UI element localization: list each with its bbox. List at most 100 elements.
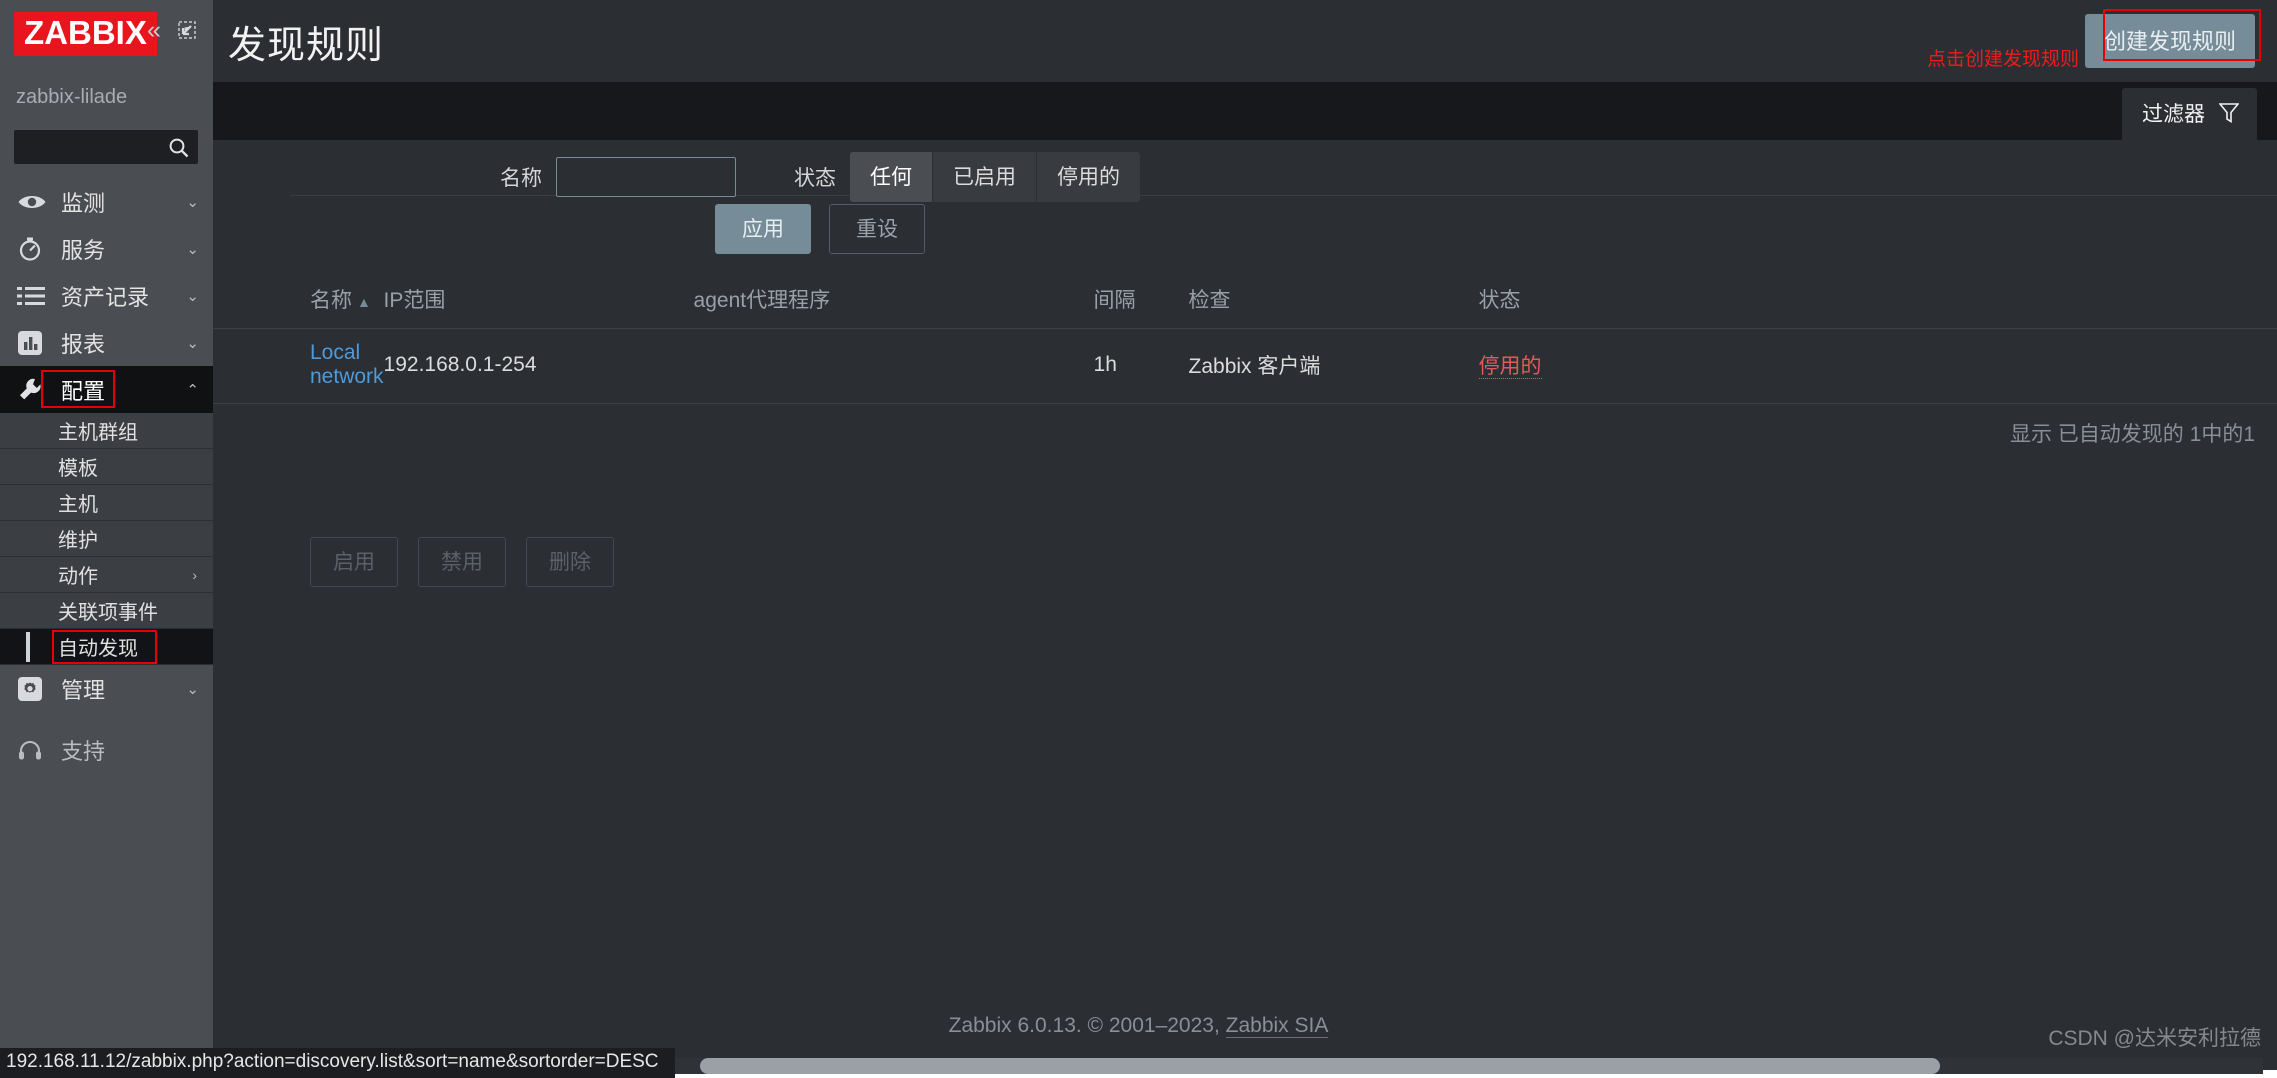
page-title: 发现规则 — [228, 25, 385, 67]
footer-text: Zabbix 6.0.13. © 2001–2023, — [948, 1014, 1226, 1037]
wrench-icon — [17, 376, 53, 404]
filter-tab-label: 过滤器 — [2142, 103, 2205, 126]
zabbix-app-window: 发现规则 创建发现规则 点击创建发现规则 过滤器 名称 状态 任何 已启用 停用… — [0, 0, 2277, 1078]
discovery-rule-link[interactable]: Local network — [310, 341, 384, 388]
filter-status-label: 状态 — [794, 167, 836, 190]
table-head: 名称 ▲ IP范围 agent代理程序 间隔 检查 状态 — [0, 272, 2277, 329]
search-box[interactable] — [14, 130, 198, 164]
column-header-ip-range[interactable]: IP范围 — [383, 272, 694, 329]
cell-proxy — [693, 328, 1094, 404]
footer-link[interactable]: Zabbix SIA — [1225, 1014, 1329, 1038]
sidebar-item-monitoring[interactable]: 监测 ⌄ — [0, 178, 213, 225]
sidebar-menu: 监测 ⌄ 服务 ⌄ 资产记录 ⌄ 报表 ⌄ 配置 ⌃ 主机群组 模板 主机 维护… — [0, 164, 213, 1078]
sidebar-search-wrap — [0, 120, 213, 164]
configuration-submenu: 主机群组 模板 主机 维护 动作 › 关联项事件 自动发现 — [0, 413, 213, 665]
chevron-down-icon: ⌄ — [186, 680, 199, 698]
sidebar-item-configuration[interactable]: 配置 ⌃ — [0, 366, 213, 413]
delete-button[interactable]: 删除 — [526, 537, 614, 587]
cell-ip-range: 192.168.0.1-254 — [383, 328, 694, 404]
column-header-name-label: 名称 — [310, 289, 352, 312]
cell-interval: 1h — [1093, 328, 1189, 404]
submenu-item-label: 自动发现 — [58, 638, 138, 660]
sidebar-item-label: 服务 — [61, 237, 106, 263]
chevron-down-icon: ⌄ — [186, 334, 199, 352]
filter-actions: 应用 重设 — [0, 204, 1640, 254]
filter-apply-button[interactable]: 应用 — [715, 204, 811, 254]
discovery-rules-table-wrap: 名称 ▲ IP范围 agent代理程序 间隔 检查 状态 Local networ… — [0, 272, 2277, 464]
chevrons-left-icon[interactable]: « — [147, 18, 161, 43]
chevron-down-icon: ⌄ — [186, 240, 199, 258]
sidebar-item-label: 支持 — [61, 738, 106, 764]
sidebar-item-services[interactable]: 服务 ⌄ — [0, 225, 213, 272]
sidebar: ZABBIX « zabbix-lilade 监测 ⌄ 服务 ⌄ 资产记录 ⌄ … — [0, 0, 213, 1078]
filter-reset-button[interactable]: 重设 — [829, 204, 925, 254]
cell-status: 停用的 — [1478, 328, 2277, 404]
filter-name-label: 名称 — [500, 167, 542, 190]
expand-icon[interactable] — [176, 19, 198, 46]
list-icon — [17, 286, 53, 306]
sidebar-username: zabbix-lilade — [16, 86, 128, 108]
table-header-row: 名称 ▲ IP范围 agent代理程序 间隔 检查 状态 — [0, 272, 2277, 329]
stopwatch-icon — [17, 236, 53, 262]
chevron-down-icon: ⌄ — [186, 287, 199, 305]
column-header-proxy[interactable]: agent代理程序 — [693, 272, 1094, 329]
submenu-item-label: 动作 — [58, 566, 98, 588]
sort-arrow-icon: ▲ — [357, 294, 371, 310]
headset-icon — [17, 738, 53, 762]
cell-checks: Zabbix 客户端 — [1188, 328, 1479, 404]
sidebar-item-label: 配置 — [61, 378, 106, 404]
sidebar-item-inventory[interactable]: 资产记录 ⌄ — [0, 272, 213, 319]
table-paging-info: 显示 已自动发现的 1中的1 — [2009, 423, 2255, 446]
main-content: 发现规则 创建发现规则 点击创建发现规则 过滤器 名称 状态 任何 已启用 停用… — [0, 0, 2277, 1078]
chevron-down-icon: ⌄ — [186, 193, 199, 211]
gear-icon — [17, 676, 53, 702]
sidebar-item-maintenance[interactable]: 维护 — [0, 521, 213, 557]
submenu-item-label: 主机群组 — [58, 422, 138, 444]
disable-button[interactable]: 禁用 — [418, 537, 506, 587]
enable-button[interactable]: 启用 — [310, 537, 398, 587]
table-row: Local network 192.168.0.1-254 1h Zabbix … — [0, 328, 2277, 404]
sidebar-item-support[interactable]: 支持 — [0, 726, 213, 773]
sidebar-item-event-correlation[interactable]: 关联项事件 — [0, 593, 213, 629]
sidebar-item-hosts[interactable]: 主机 — [0, 485, 213, 521]
status-bar-url: 192.168.11.12/zabbix.php?action=discover… — [0, 1048, 675, 1078]
create-button-wrap: 创建发现规则 — [2084, 14, 2255, 68]
sidebar-item-discovery[interactable]: 自动发现 — [0, 629, 213, 665]
filter-panel: 名称 状态 任何 已启用 停用的 应用 重设 — [0, 140, 2277, 272]
submenu-item-label: 主机 — [58, 494, 98, 516]
scrollbar-thumb[interactable] — [700, 1058, 1940, 1074]
page-footer: Zabbix 6.0.13. © 2001–2023, Zabbix SIA — [0, 1014, 2277, 1038]
chevron-up-icon: ⌃ — [186, 381, 199, 399]
create-discovery-rule-button[interactable]: 创建发现规则 — [2084, 14, 2255, 68]
column-header-status[interactable]: 状态 — [1478, 272, 2277, 329]
bar-chart-icon — [17, 330, 53, 356]
status-badge[interactable]: 停用的 — [1478, 355, 1542, 379]
filter-status-segmented: 任何 已启用 停用的 — [850, 152, 1140, 202]
sidebar-item-reports[interactable]: 报表 ⌄ — [0, 319, 213, 366]
sidebar-item-administration[interactable]: 管理 ⌄ — [0, 665, 213, 712]
column-header-interval[interactable]: 间隔 — [1093, 272, 1189, 329]
filter-tab-bar: 过滤器 — [0, 82, 2277, 140]
submenu-item-label: 模板 — [58, 458, 98, 480]
page-header: 发现规则 创建发现规则 点击创建发现规则 — [0, 0, 2277, 82]
tab-filter[interactable]: 过滤器 — [2122, 88, 2257, 140]
column-header-checks[interactable]: 检查 — [1188, 272, 1479, 329]
search-icon[interactable] — [168, 137, 189, 163]
sidebar-top: ZABBIX « — [0, 0, 213, 82]
watermark: CSDN @达米安利拉德 — [2048, 1027, 2261, 1050]
funnel-icon — [2218, 102, 2240, 124]
discovery-rules-table: 名称 ▲ IP范围 agent代理程序 间隔 检查 状态 Local networ… — [0, 272, 2277, 404]
zabbix-logo[interactable]: ZABBIX — [14, 12, 157, 56]
sidebar-item-host-groups[interactable]: 主机群组 — [0, 413, 213, 449]
sidebar-item-label: 管理 — [61, 677, 106, 703]
sidebar-item-templates[interactable]: 模板 — [0, 449, 213, 485]
sidebar-item-actions[interactable]: 动作 › — [0, 557, 213, 593]
status-option-disabled[interactable]: 停用的 — [1037, 152, 1140, 202]
bulk-actions: 启用 禁用 删除 — [310, 537, 614, 587]
status-option-any[interactable]: 任何 — [850, 152, 933, 202]
submenu-item-label: 关联项事件 — [58, 602, 158, 624]
submenu-item-label: 维护 — [58, 530, 98, 552]
status-option-enabled[interactable]: 已启用 — [933, 152, 1037, 202]
sidebar-item-label: 资产记录 — [61, 284, 150, 310]
filter-name-input[interactable] — [556, 157, 736, 197]
